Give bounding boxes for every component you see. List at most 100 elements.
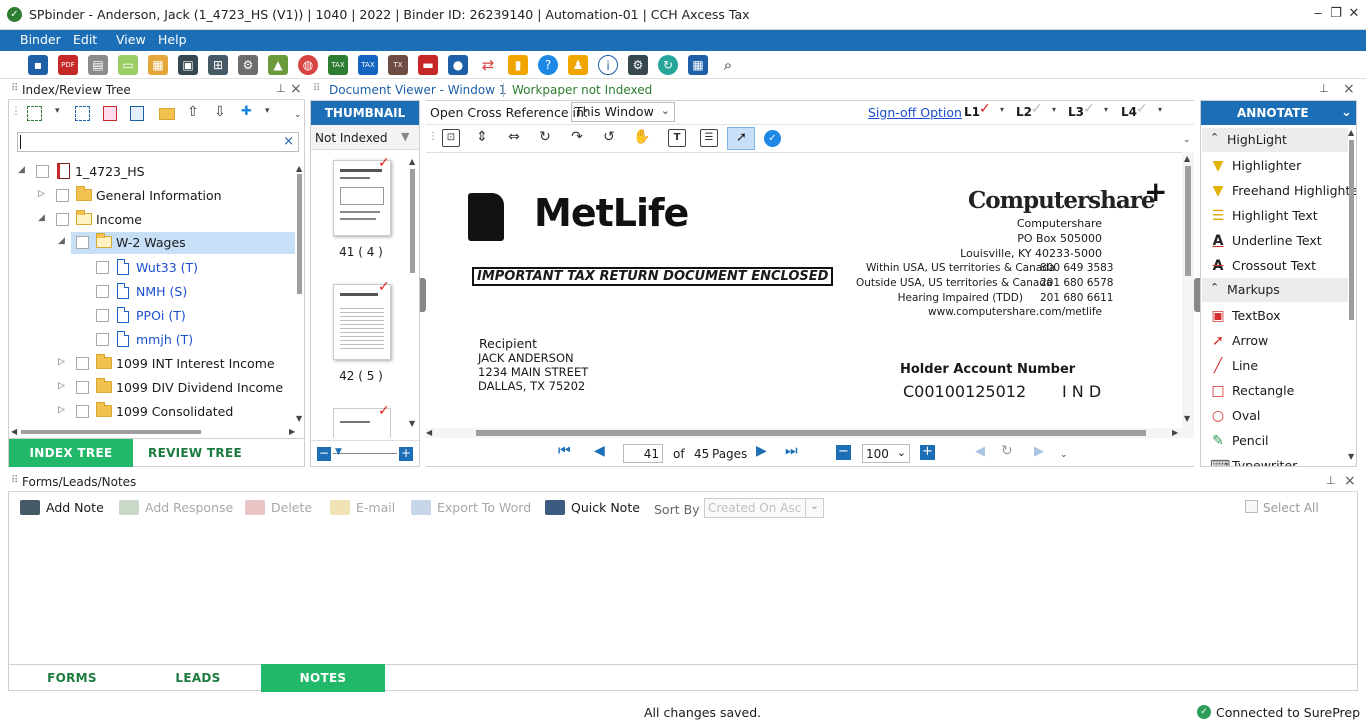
expand-icon[interactable]: ▷ (38, 189, 48, 199)
tree-item-general-information[interactable]: ▷ General Information (9, 185, 299, 207)
scroll-up-icon[interactable]: ▲ (296, 164, 302, 173)
scroll-thumb[interactable] (476, 430, 1146, 436)
email-button[interactable]: E-mail (330, 500, 395, 515)
overflow-icon[interactable]: ⌄ (1060, 450, 1068, 460)
tool-pencil[interactable]: ✎ Pencil (1202, 428, 1348, 453)
delete-note-button[interactable]: Delete (245, 500, 312, 515)
copy-doc-icon[interactable] (130, 106, 144, 121)
tab-review-tree[interactable]: REVIEW TREE (133, 439, 257, 467)
last-page-icon[interactable]: ⏭ (785, 443, 798, 459)
select-all-checkbox[interactable] (1245, 500, 1258, 513)
move-down-icon[interactable]: ⇩ (214, 104, 226, 120)
scroll-down-icon[interactable]: ▼ (409, 419, 415, 428)
users-icon[interactable]: ● (448, 55, 468, 75)
cross-ref-select[interactable]: This Window ⌄ (571, 102, 675, 122)
tree-search-input[interactable]: × (17, 132, 299, 152)
tree-checkbox[interactable] (76, 405, 89, 418)
dropdown-arrow-icon[interactable]: ▾ (1052, 105, 1056, 114)
tab-index-tree[interactable]: INDEX TREE (9, 439, 133, 467)
thumbnail-tab[interactable]: THUMBNAIL (311, 101, 419, 125)
tax-report-icon[interactable]: TX (388, 55, 408, 75)
scroll-down-icon[interactable]: ▼ (1348, 452, 1354, 461)
sort-by-select[interactable]: Created On Asc ⌄ (704, 498, 824, 518)
tool-oval[interactable]: ○ Oval (1202, 403, 1348, 428)
tree-checkbox[interactable] (76, 381, 89, 394)
tool-line[interactable]: ╱ Line (1202, 353, 1348, 378)
section-markups[interactable]: ⌃ Markups (1202, 278, 1348, 302)
tool-arrow[interactable]: ➚ Arrow (1202, 328, 1348, 353)
signoff-option-link[interactable]: Sign-off Option (868, 105, 962, 120)
tool-underline-text[interactable]: A Underline Text (1202, 228, 1348, 253)
tree-checkbox[interactable] (76, 236, 89, 249)
fit-page-icon[interactable]: ⊡ (442, 129, 460, 147)
thumbnail-scrollbar[interactable]: ▲ ▼ (409, 157, 416, 429)
tree-checkbox[interactable] (96, 309, 109, 322)
thumbnail-page-41[interactable]: ✓ (333, 155, 391, 236)
add-note-button[interactable]: Add Note (20, 500, 104, 515)
tax-import-icon[interactable]: TAX (358, 55, 378, 75)
swap-arrows-icon[interactable]: ⇄ (478, 55, 498, 75)
tab-notes[interactable]: NOTES (261, 664, 385, 692)
level-l4[interactable]: L4 (1121, 105, 1137, 119)
pin-icon[interactable]: ⊥ (1326, 474, 1336, 487)
people-settings-icon[interactable]: ⚙ (628, 55, 648, 75)
document-icon[interactable]: ▭ (118, 55, 138, 75)
scroll-down-icon[interactable]: ▼ (1184, 414, 1190, 423)
grid-layout-icon[interactable]: ▦ (688, 55, 708, 75)
expand-icon[interactable]: ▷ (58, 381, 68, 391)
collapse-icon[interactable]: ◢ (18, 165, 28, 175)
annotate-scrollbar[interactable]: ▲ ▼ (1348, 128, 1356, 464)
scroll-right-icon[interactable]: ▶ (1172, 428, 1178, 437)
expand-icon[interactable]: ▷ (58, 357, 68, 367)
settings-gear-icon[interactable]: ⚙ (238, 55, 258, 75)
tree-checkbox[interactable] (56, 213, 69, 226)
fit-width-icon[interactable]: ⇔ (505, 129, 523, 147)
tree-item-document[interactable]: PPOi (T) (9, 305, 299, 327)
pin-icon[interactable]: ⊥ (276, 82, 286, 95)
user-key-icon[interactable]: ♟ (568, 55, 588, 75)
scroll-left-icon[interactable]: ◀ (426, 428, 432, 437)
help-icon[interactable]: ? (538, 55, 558, 75)
tree-checkbox[interactable] (56, 189, 69, 202)
dropdown-arrow-icon[interactable]: ▾ (1000, 105, 1004, 114)
network-icon[interactable]: ⊞ (208, 55, 228, 75)
add-folder-icon[interactable] (27, 106, 42, 121)
rotate-right-icon[interactable]: ↻ (536, 129, 554, 147)
tree-horizontal-scrollbar[interactable]: ◀ ▶ (11, 427, 299, 436)
tool-crossout-text[interactable]: A Crossout Text (1202, 253, 1348, 278)
annotate-header[interactable]: ANNOTATE ⌄ (1201, 101, 1356, 125)
close-button[interactable]: ✕ (1343, 4, 1365, 24)
tree-checkbox[interactable] (96, 285, 109, 298)
collapse-icon[interactable]: ◢ (38, 213, 48, 223)
first-page-icon[interactable]: ⏮ (558, 443, 571, 459)
thumbnail-page-43[interactable]: ✓ (333, 403, 391, 438)
pdf-export-icon[interactable]: PDF (58, 55, 78, 75)
tool-highlight-text[interactable]: ☰ Highlight Text (1202, 203, 1348, 228)
collapse-icon[interactable]: ⌃ (1210, 281, 1219, 294)
close-panel-icon[interactable]: × (1343, 81, 1355, 97)
dropdown-arrow-icon[interactable]: ▾ (265, 106, 270, 116)
quick-note-button[interactable]: Quick Note (545, 500, 640, 515)
page-number-input[interactable]: 41 (623, 444, 663, 463)
sync-icon[interactable]: ↻ (658, 55, 678, 75)
tree-item-binder[interactable]: ◢ 1_4723_HS (9, 161, 299, 183)
tab-leads[interactable]: LEADS (135, 664, 261, 692)
tool-typewriter[interactable]: ⌨ Typewriter (1202, 453, 1348, 466)
export-word-button[interactable]: Export To Word (411, 500, 531, 515)
overflow-icon[interactable]: ⌄ (1183, 135, 1191, 145)
close-panel-icon[interactable]: × (290, 81, 302, 97)
text-select-icon[interactable]: T (668, 129, 686, 147)
scroll-up-icon[interactable]: ▲ (1184, 154, 1190, 163)
signoff-info-icon[interactable]: ✓ (764, 130, 781, 147)
globe-icon[interactable]: ◍ (298, 55, 318, 75)
thumbnail-page-42[interactable]: ✓ (333, 279, 391, 360)
thumb-zoom-out-button[interactable]: − (317, 447, 331, 461)
next-page-icon[interactable]: ▶ (756, 443, 767, 459)
zoom-in-button[interactable]: + (920, 445, 935, 460)
calendar-icon[interactable]: ▬ (418, 55, 438, 75)
document-page[interactable]: MetLife IMPORTANT TAX RETURN DOCUMENT EN… (426, 152, 1182, 428)
clear-search-icon[interactable]: × (283, 134, 294, 149)
dropdown-arrow-icon[interactable]: ▾ (1104, 105, 1108, 114)
refresh-icon[interactable]: ↻ (1001, 443, 1013, 459)
zoom-select[interactable]: 100 ⌄ (862, 444, 910, 463)
